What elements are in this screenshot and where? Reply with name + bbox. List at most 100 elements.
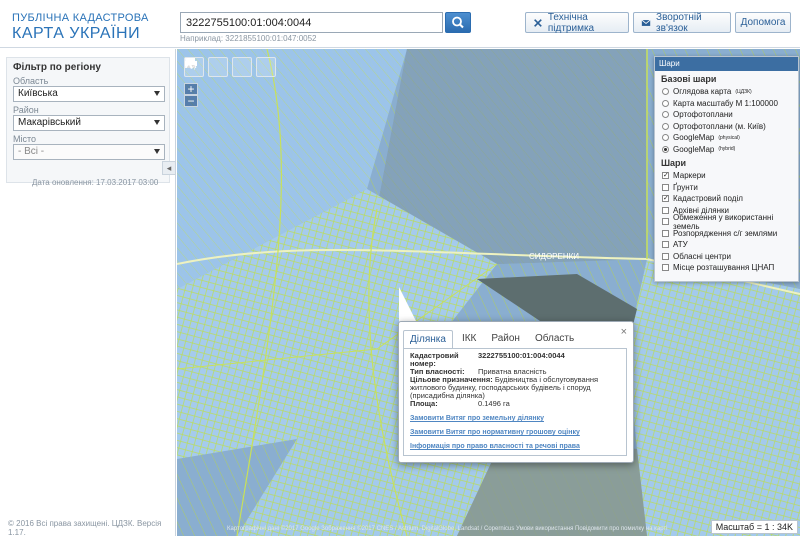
misto-select[interactable]: - Всі - [13,144,165,160]
copyright: © 2016 Всі права захищені. ЦДЗК. Версія … [8,519,162,537]
checkbox-icon[interactable] [662,264,669,272]
radio-icon[interactable] [662,88,669,96]
base-layer-sup: (physical) [718,134,740,141]
field-row: Площа: 0.1496 га [410,400,620,408]
checkbox-icon[interactable] [662,172,669,180]
base-layer-sup: (ЦДЗК) [735,88,752,95]
popup-body: Кадастровий номер: 3222755100:01:004:0044… [403,348,627,456]
map[interactable]: СИДОРЕНКИ м га ? + − Шари Базові шари Ог… [177,49,800,536]
rayon-select[interactable]: Макарівський [13,115,165,131]
overlay-layer-option[interactable]: Обмеження у використанні земель [662,213,798,231]
cursor-icon: ? [186,58,197,71]
map-attribution: Картографічні дані ©2017 Google Зображен… [227,526,668,532]
field-row: Кадастровий номер: 3222755100:01:004:0044 [410,352,620,368]
layers-title: Шари [659,59,680,68]
overlay-layer-option[interactable]: Кадастровий поділ [662,193,798,205]
base-layers-list: Оглядова карта (ЦДЗК) Карта масштабу М 1:1… [655,86,798,155]
popup-pointer [399,287,417,323]
overlay-layer-label: Обласні центри [673,251,731,261]
base-layer-option[interactable]: GoogleMap (physical) [662,132,798,144]
checkbox-icon[interactable] [662,183,669,191]
close-icon[interactable]: × [621,326,627,338]
help-button[interactable]: Допомога [735,12,791,33]
logo-line1: ПУБЛІЧНА КАДАСТРОВА [12,12,149,24]
checkbox-icon[interactable] [662,218,669,226]
search-button[interactable] [445,12,471,33]
cadastral-number-value: 3222755100:01:004:0044 [478,351,565,360]
misto-value: - Всі - [18,146,45,157]
checkbox-icon[interactable] [662,241,669,249]
checkbox-icon[interactable] [662,252,669,260]
radio-icon[interactable] [662,111,669,119]
radio-icon[interactable] [662,145,669,153]
scale-indicator: Масштаб = 1 : 34K [710,520,798,534]
overlay-layer-label: Розпорядження с/г землями [673,228,778,238]
base-layer-option[interactable]: Ортофотоплани [662,109,798,121]
tab-parcel[interactable]: Ділянка [403,330,453,348]
layers-panel: Шари Базові шари Оглядова карта (ЦДЗК) Кар… [654,56,799,282]
base-layer-label: Оглядова карта [673,87,732,97]
help-label: Допомога [740,17,786,28]
logo[interactable]: ПУБЛІЧНА КАДАСТРОВА КАРТА УКРАЇНИ [12,12,149,43]
feedback-button[interactable]: Зворотній зв'язок [633,12,731,34]
left-panel: Фільтр по регіону Область Київська Район… [0,49,176,537]
overlay-layer-option[interactable]: АТУ [662,239,798,251]
base-layer-option[interactable]: Карта масштабу М 1:100000 [662,98,798,110]
layers-header[interactable]: Шари [655,57,798,71]
rayon-value: Макарівський [18,117,81,128]
overlay-layer-label: Маркери [673,171,706,181]
overlay-layer-option[interactable]: Ґрунти [662,182,798,194]
overlay-layer-option[interactable]: Місце розташування ЦНАП [662,262,798,274]
oblast-value: Київська [18,88,58,99]
base-layer-option[interactable]: GoogleMap (hybrid) [662,144,798,156]
overlay-layer-option[interactable]: Обласні центри [662,251,798,263]
base-layer-label: Карта масштабу М 1:100000 [673,98,778,108]
field-label: Кадастровий номер: [410,351,459,368]
ownership-info-link[interactable]: Інформація про право власності та речові… [410,443,620,450]
chevron-down-icon [154,120,160,125]
chevron-down-icon [154,91,160,96]
base-layer-sup: (hybrid) [718,146,736,153]
tech-support-button[interactable]: Технічна підтримка [525,12,629,34]
oblast-select[interactable]: Київська [13,86,165,102]
base-layer-label: Ортофотоплани [673,110,733,120]
region-filter: Фільтр по регіону Область Київська Район… [6,57,170,183]
overlay-layer-option[interactable]: Маркери [662,170,798,182]
village-label: СИДОРЕНКИ [529,252,579,261]
tab-oblast[interactable]: Область [529,330,580,348]
tools-icon [534,18,542,27]
checkbox-icon[interactable] [662,229,669,237]
header: ПУБЛІЧНА КАДАСТРОВА КАРТА УКРАЇНИ Наприк… [0,0,800,48]
checkbox-icon[interactable] [662,206,669,214]
order-extract-link[interactable]: Замовити Витяг про земельну ділянку [410,415,620,422]
overlay-layer-label: Кадастровий поділ [673,194,743,204]
base-layer-option[interactable]: Оглядова карта (ЦДЗК) [662,86,798,98]
checkbox-icon[interactable] [662,195,669,203]
base-layer-label: Ортофотоплани (м. Київ) [673,121,766,131]
overlay-layers-title: Шари [661,158,687,168]
zoom-control: + − [184,83,198,107]
base-layer-label: GoogleMap [673,133,715,143]
overlay-layers-list: МаркериҐрунтиКадастровий поділАрхівні ді… [655,170,798,274]
measure-area-button[interactable]: га [185,57,228,77]
print-button[interactable] [185,57,252,77]
radio-icon[interactable] [662,122,669,130]
zoom-out-button[interactable]: − [184,95,198,107]
map-toolbar: м га ? [184,57,276,77]
svg-text:?: ? [193,66,197,71]
collapse-panel-button[interactable]: ◂ [162,161,176,175]
identify-button[interactable]: ? [186,57,276,77]
tab-ikk[interactable]: ІКК [456,330,482,348]
order-valuation-link[interactable]: Замовити Витяг про нормативну грошову оц… [410,429,620,436]
radio-icon[interactable] [662,99,669,107]
tab-rayon[interactable]: Район [485,330,526,348]
radio-icon[interactable] [662,134,669,142]
oblast-label: Область [13,76,49,86]
base-layer-option[interactable]: Ортофотоплани (м. Київ) [662,121,798,133]
envelope-icon [641,19,651,26]
field-label: Площа: [410,399,438,408]
overlay-layer-label: АТУ [673,240,688,250]
search-hint: Наприклад: 3221855100:01:047:0052 [180,34,317,43]
overlay-layer-label: Ґрунти [673,182,698,192]
cadastral-search-input[interactable] [180,12,443,33]
